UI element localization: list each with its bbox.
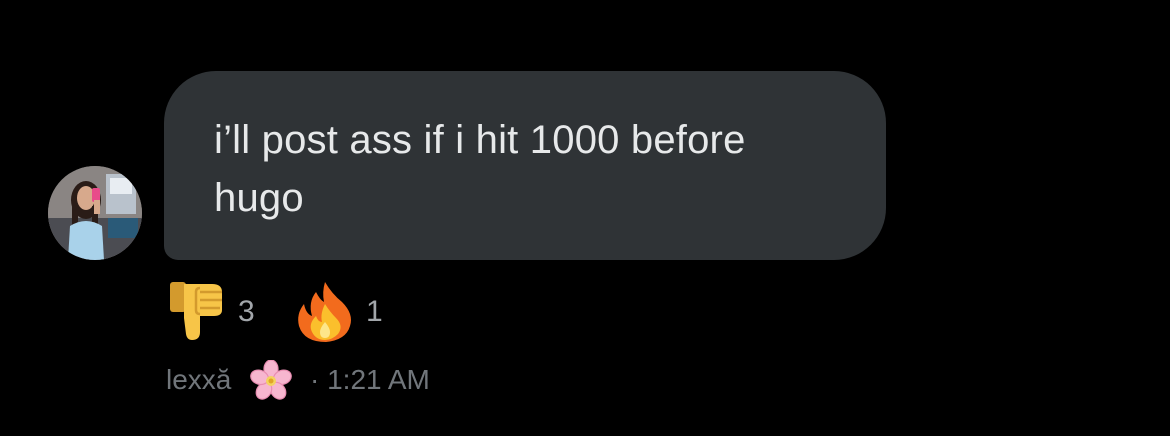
reaction-count: 1: [366, 295, 383, 328]
avatar[interactable]: [48, 166, 142, 260]
reaction-thumbs-down[interactable]: 3: [166, 280, 266, 344]
message-timestamp: · 1:21 AM: [310, 364, 430, 395]
reaction-fire[interactable]: 1: [294, 280, 394, 344]
thumbs-down-icon: [170, 282, 222, 340]
message-text: i’ll post ass if i hit 1000 before hugo: [214, 118, 746, 220]
fire-icon: [298, 282, 351, 342]
reaction-count: 3: [238, 295, 255, 328]
cherry-blossom-icon: [250, 360, 292, 400]
dm-screen: i’ll post ass if i hit 1000 before hugo …: [0, 0, 1170, 436]
avatar-image: [48, 166, 142, 260]
message-bubble[interactable]: i’ll post ass if i hit 1000 before hugo: [164, 71, 886, 260]
sender-name[interactable]: lexxă: [166, 358, 231, 402]
